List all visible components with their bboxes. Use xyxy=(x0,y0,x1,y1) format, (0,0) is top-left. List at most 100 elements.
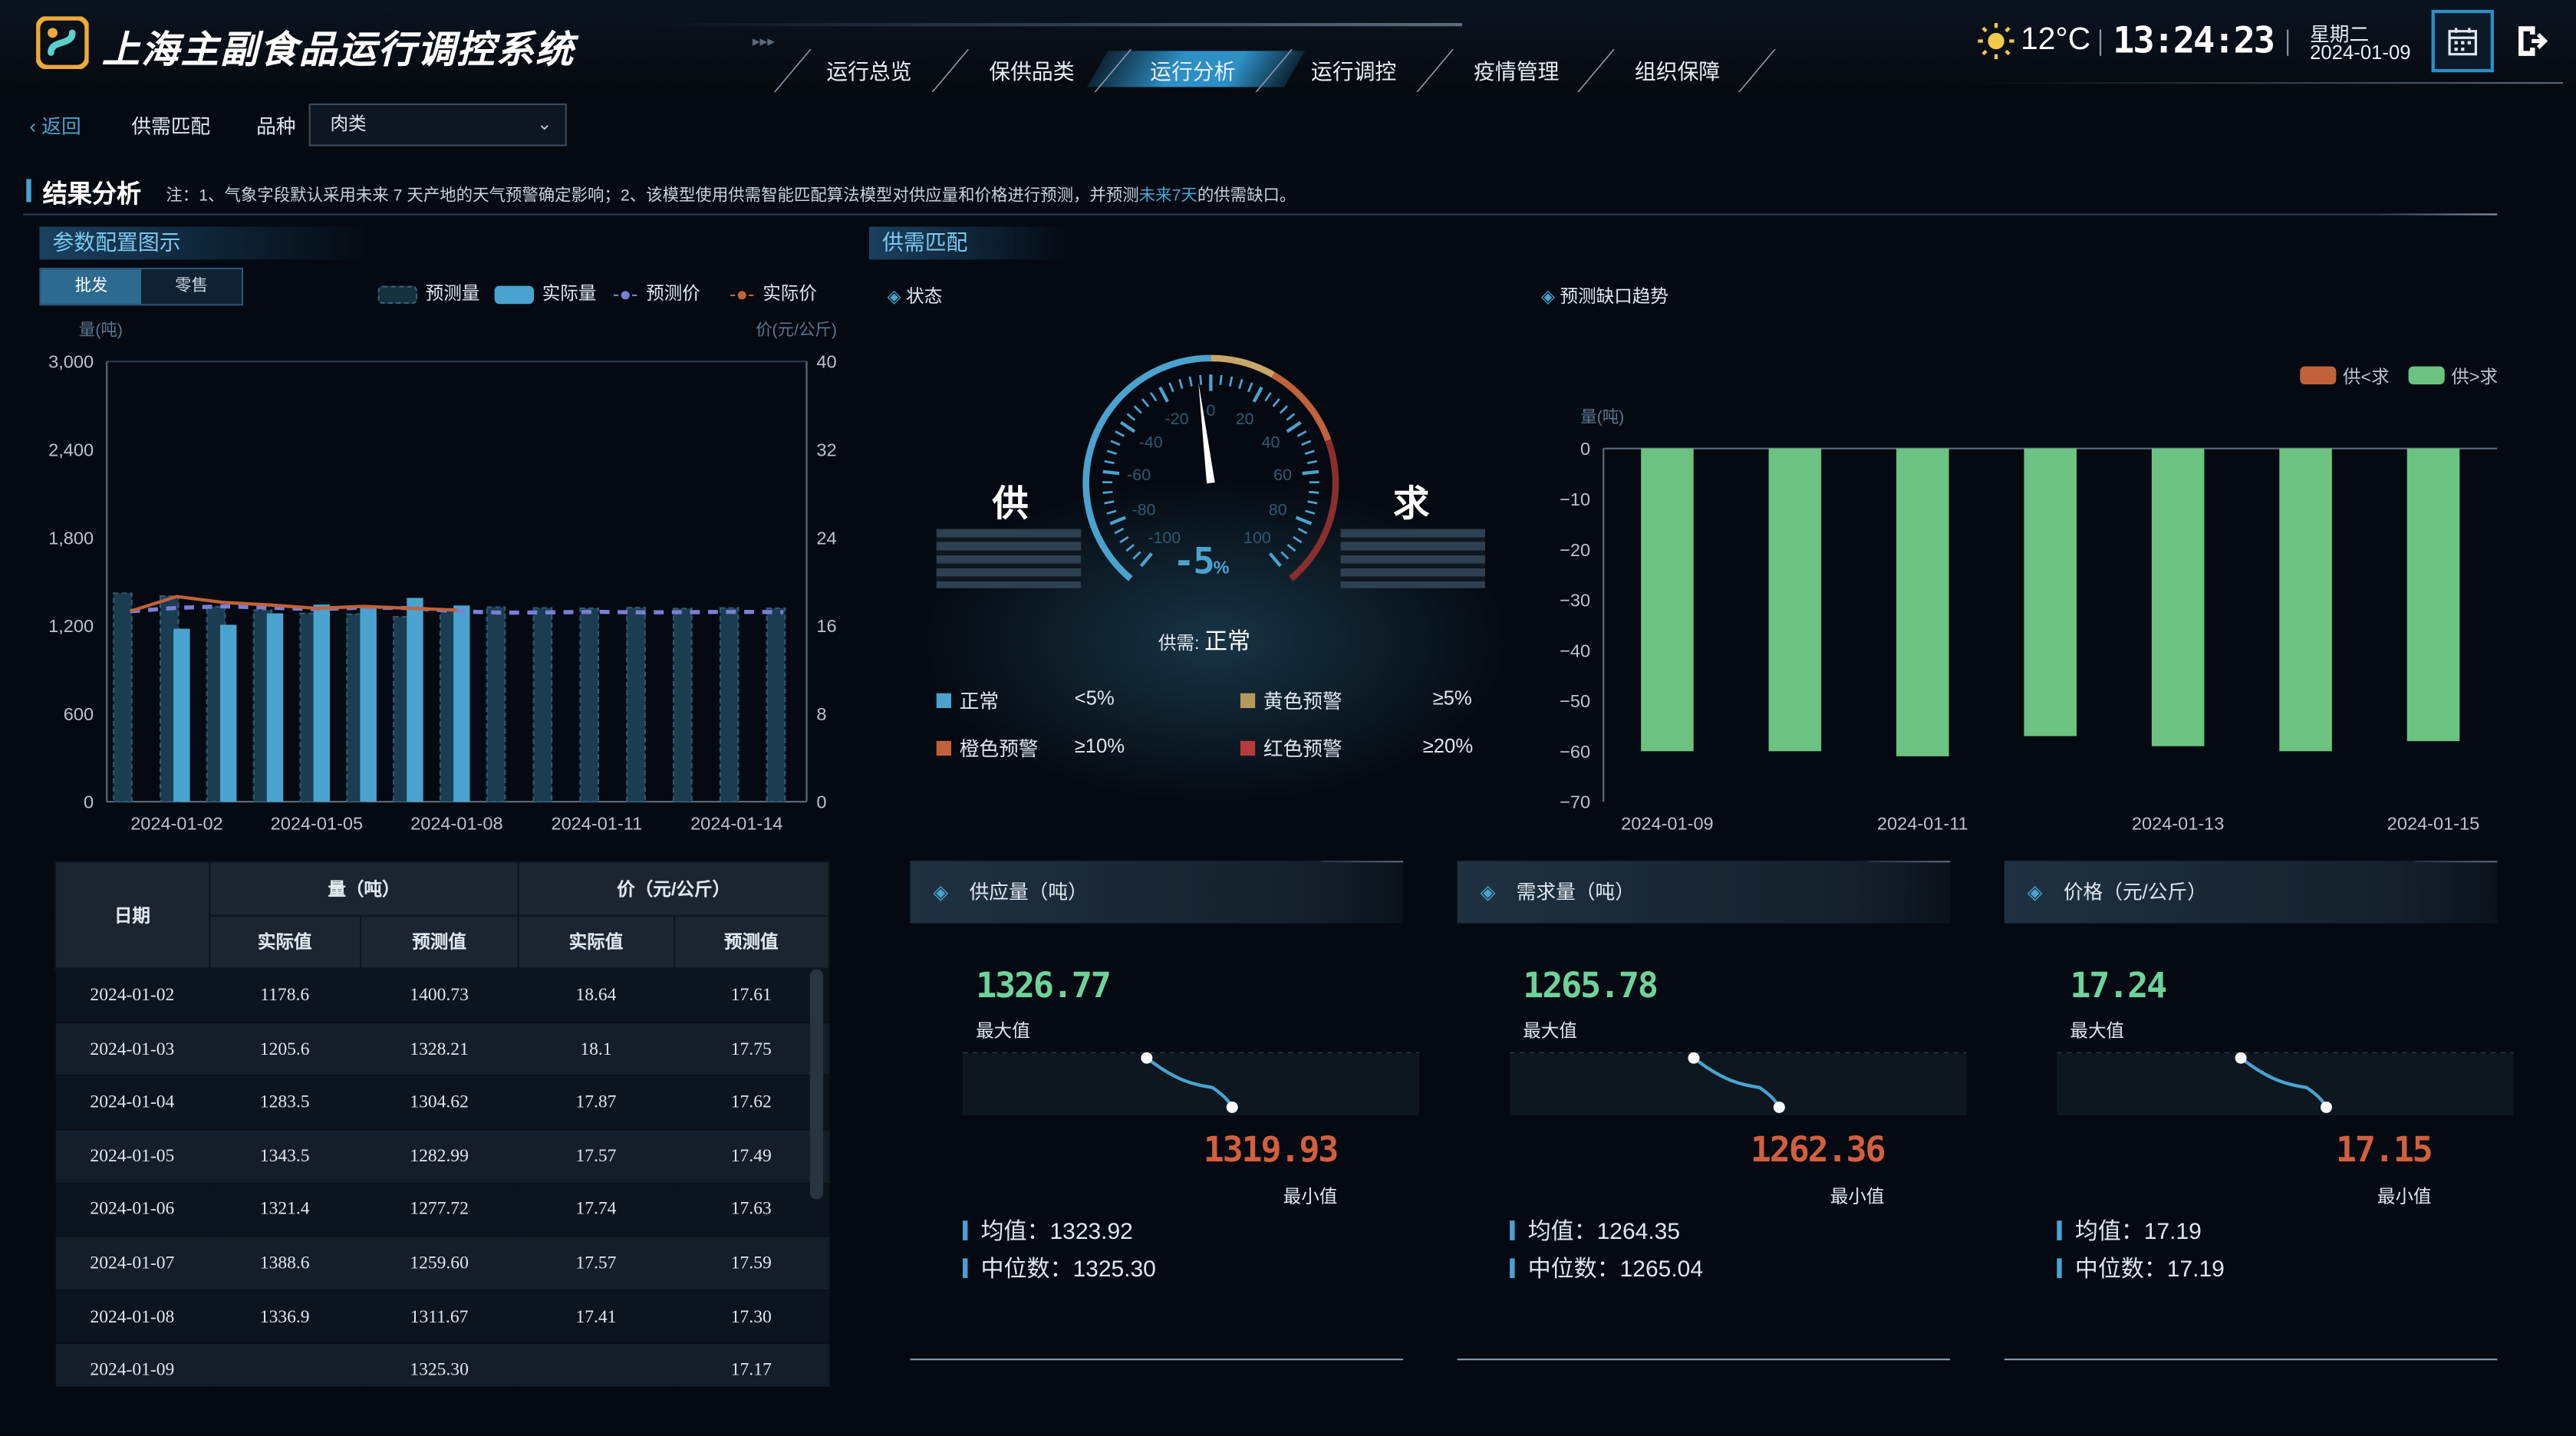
table-scrollbar[interactable] xyxy=(809,969,823,1200)
chevron-down-icon: ⌄ xyxy=(536,114,552,135)
forecast-qty-bar xyxy=(766,607,786,803)
table-row: 2024-01-07 1388.6 1259.60 17.57 17.59 xyxy=(54,1236,829,1291)
table-cell: 18.64 xyxy=(518,968,674,1023)
gauge-tick xyxy=(1104,500,1115,505)
table-cell: 2024-01-07 xyxy=(54,1236,210,1291)
gauge-tick xyxy=(1102,469,1120,476)
param-chart: 量(吨) 价(元/公斤) 0 600 1,200 1,800 2,400 3,000 0 8 16 2… xyxy=(48,321,837,834)
table-cell: 2024-01-02 xyxy=(54,968,210,1023)
gauge-tick-label: -80 xyxy=(1132,500,1156,519)
table-row: 2024-01-04 1283.5 1304.62 17.87 17.62 xyxy=(54,1075,829,1131)
y-tick-label: −10 xyxy=(1560,489,1590,509)
legend-forecast-price[interactable]: -●- 预测价 xyxy=(613,279,700,306)
level-swatch xyxy=(936,693,951,709)
gauge-tick xyxy=(1228,376,1234,387)
actual-qty-bar xyxy=(173,628,190,802)
gap-bar xyxy=(2406,448,2460,742)
gauge-tick xyxy=(1168,382,1174,393)
x-tick-label: 2024-01-11 xyxy=(1877,814,1968,834)
gauge-tick xyxy=(1302,469,1319,476)
variety-select[interactable]: 肉类 ⌄ xyxy=(308,103,567,147)
current-date: 2024-01-09 xyxy=(2310,41,2411,64)
forecast-qty-bar xyxy=(672,608,693,803)
logout-icon[interactable] xyxy=(2514,23,2550,59)
trend-label: ◈ 预测缺口趋势 xyxy=(1540,287,1668,308)
gauge-tick xyxy=(1106,509,1117,515)
table-row: 2024-01-08 1336.9 1311.67 17.41 17.30 xyxy=(54,1289,829,1345)
clock-time: 13:24:23 xyxy=(2113,21,2275,63)
th-date: 日期 xyxy=(54,861,211,970)
stat-max-label: 最大值 xyxy=(1523,1022,1577,1042)
gauge-tick xyxy=(1247,382,1253,393)
level-range: ≥10% xyxy=(1074,734,1125,758)
tab-regulation[interactable]: 运行调控 xyxy=(1311,54,1396,86)
diamond-icon: ◈ xyxy=(887,287,901,308)
stat-median: 中位数：1265.04 xyxy=(1510,1252,1703,1285)
table-cell: 17.61 xyxy=(674,968,829,1023)
table-cell: 17.41 xyxy=(518,1289,674,1345)
y-tick-label: −20 xyxy=(1560,540,1590,560)
result-note: 注：1、气象字段默认采用未来 7 天产地的天气预警确定影响；2、该模型使用供需智… xyxy=(166,187,1296,206)
stat-min-label: 最小值 xyxy=(1283,1187,1338,1208)
x-tick-label: 2024-01-11 xyxy=(551,814,642,834)
tab-organization[interactable]: 组织保障 xyxy=(1635,54,1720,86)
table-cell: 17.30 xyxy=(674,1289,829,1345)
gauge-tick xyxy=(1304,450,1315,455)
gauge-tick xyxy=(1178,378,1184,390)
legend-surplus-label: 供>求 xyxy=(2451,367,2498,387)
tab-overview[interactable]: 运行总览 xyxy=(826,54,911,86)
th-price-actual: 实际值 xyxy=(517,914,675,970)
y-tick-label: 2,400 xyxy=(48,440,94,460)
stat-card: ◈ 价格（元/公斤） 17.24 最大值 17.15 最小值 均值：17.19 中位数：17.… xyxy=(2004,861,2514,1363)
table-cell: 17.17 xyxy=(674,1343,829,1387)
gauge-tick xyxy=(1141,398,1150,407)
stat-sparkline xyxy=(2057,1052,2514,1116)
table-row: 2024-01-03 1205.6 1328.21 18.1 17.75 xyxy=(54,1022,829,1077)
gauge-tick xyxy=(1115,430,1125,437)
y-tick-label: −30 xyxy=(1560,591,1590,611)
gauge-tick xyxy=(1268,552,1282,568)
variety-value: 肉类 xyxy=(330,114,367,135)
tab-epidemic[interactable]: 疫情管理 xyxy=(1474,54,1559,86)
legend-actual-price[interactable]: -●- 实际价 xyxy=(730,279,817,306)
forecast-qty-bar xyxy=(719,607,740,803)
gauge-tick xyxy=(1132,551,1141,560)
calendar-button[interactable] xyxy=(2431,9,2494,73)
tab-supply-category[interactable]: 保供品类 xyxy=(989,54,1074,86)
header-decoration xyxy=(657,22,1463,27)
tab-retail[interactable]: 零售 xyxy=(141,269,242,305)
stat-max-label: 最大值 xyxy=(976,1022,1030,1042)
table-cell: 17.59 xyxy=(674,1236,829,1291)
gauge-tick-label: 100 xyxy=(1244,529,1271,547)
status-label: ◈ 状态 xyxy=(887,287,943,308)
legend-forecast-qty[interactable]: 预测量 xyxy=(377,279,479,305)
table-cell: 17.62 xyxy=(674,1075,829,1131)
gauge-tick xyxy=(1133,405,1142,414)
stat-sparkline xyxy=(1510,1052,1967,1116)
y-tick-label: 1,200 xyxy=(48,616,94,636)
tab-wholesale[interactable]: 批发 xyxy=(41,269,142,305)
gap-bar xyxy=(1641,448,1694,752)
table-cell: 1321.4 xyxy=(209,1183,361,1237)
gauge-tick xyxy=(1252,386,1263,403)
y-tick-label: 600 xyxy=(64,704,94,724)
table-cell: 1328.21 xyxy=(360,1022,519,1077)
gauge-tick xyxy=(1139,552,1153,568)
stat-avg: 均值：1323.92 xyxy=(962,1214,1133,1247)
actual-qty-bar xyxy=(219,624,237,802)
level-range: <5% xyxy=(1074,687,1115,710)
forecast-qty-bar xyxy=(626,607,646,803)
y2-tick-label: 24 xyxy=(816,528,836,548)
stat-title: ◈ 需求量（吨） xyxy=(1457,861,1951,924)
gauge-tick xyxy=(1286,420,1302,433)
y-tick-label: 3,000 xyxy=(48,352,94,372)
tab-analysis[interactable]: 运行分析 xyxy=(1150,54,1235,86)
stat-avg: 均值：17.19 xyxy=(2057,1214,2202,1247)
gauge-tick xyxy=(1264,392,1272,402)
th-price-forecast: 预测值 xyxy=(673,914,830,970)
level-swatch xyxy=(1240,693,1256,709)
legend-actual-qty[interactable]: 实际量 xyxy=(494,279,596,305)
gap-bar xyxy=(1896,448,1949,756)
back-link[interactable]: ‹ 返回 xyxy=(30,112,81,140)
y-tick-label: −60 xyxy=(1560,742,1590,762)
